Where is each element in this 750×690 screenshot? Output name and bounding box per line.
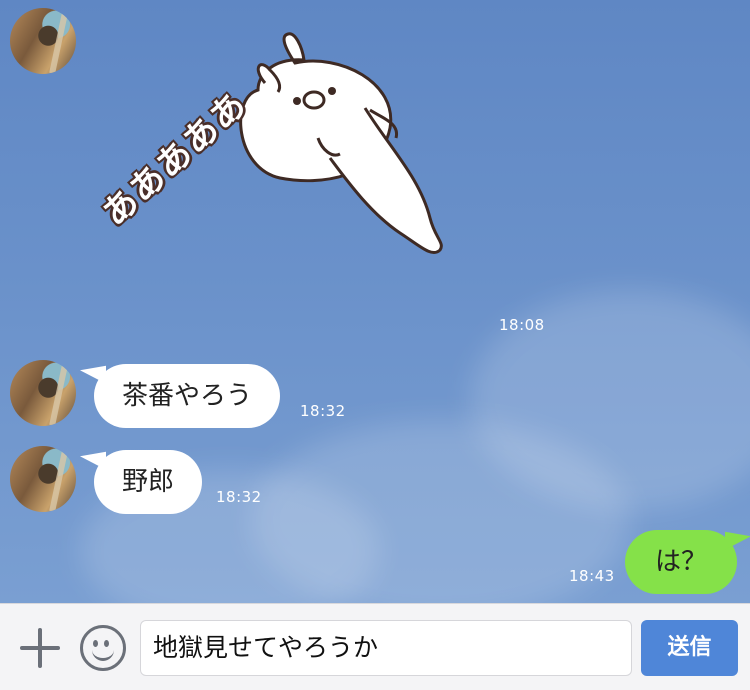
emoji-icon[interactable] bbox=[80, 625, 126, 671]
emoji-mouth bbox=[92, 646, 114, 661]
message-time: 18:08 bbox=[499, 316, 545, 334]
send-button[interactable]: 送信 bbox=[641, 620, 738, 676]
message-time: 18:32 bbox=[300, 402, 346, 420]
contact-avatar[interactable] bbox=[10, 8, 76, 74]
plus-icon[interactable] bbox=[18, 626, 62, 670]
message-time: 18:43 bbox=[569, 567, 615, 585]
message-composer: 地獄見せてやろうか 送信 bbox=[0, 603, 750, 690]
message-input[interactable]: 地獄見せてやろうか bbox=[140, 620, 632, 676]
contact-avatar[interactable] bbox=[10, 446, 76, 512]
incoming-message-bubble[interactable]: 野郎 bbox=[94, 450, 203, 514]
chat-area[interactable]: あああああ 18:08 茶番やろう 18:32 野郎 18:32 18:43 は… bbox=[0, 0, 750, 603]
outgoing-message-bubble[interactable]: は？ bbox=[625, 530, 738, 594]
contact-avatar[interactable] bbox=[10, 360, 76, 426]
message-time: 18:32 bbox=[216, 488, 262, 506]
incoming-message-bubble[interactable]: 茶番やろう bbox=[94, 364, 281, 428]
